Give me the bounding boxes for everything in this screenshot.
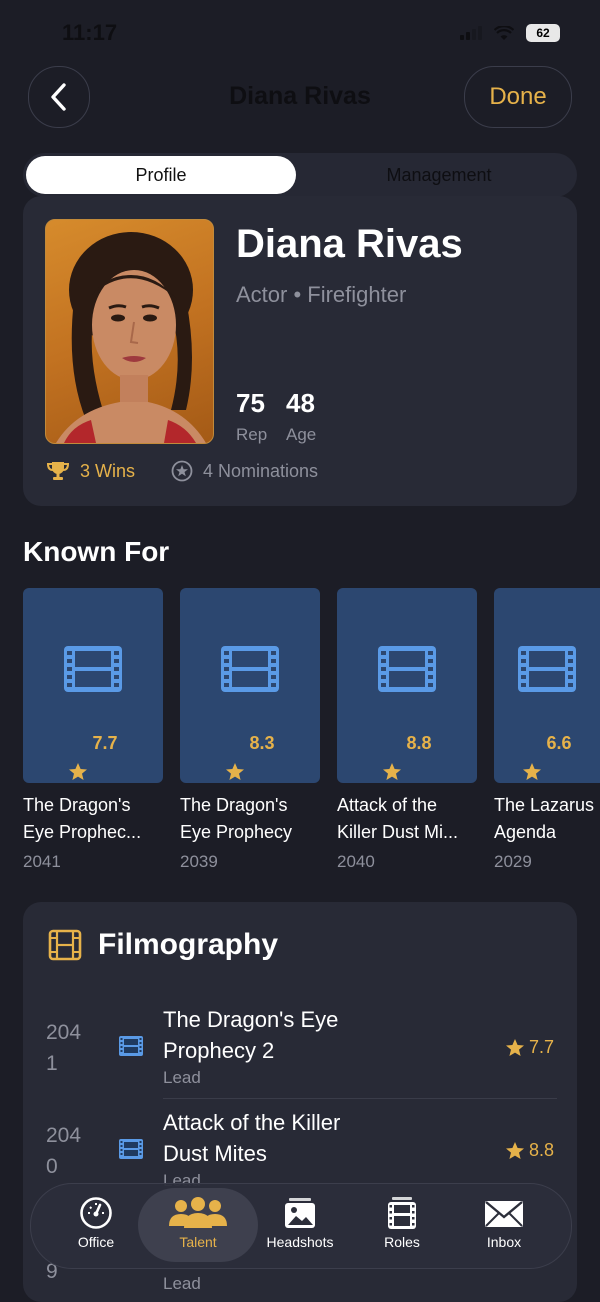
trophy-icon — [46, 462, 70, 480]
tab-management[interactable]: Management — [304, 156, 574, 194]
done-button[interactable]: Done — [464, 66, 572, 128]
film-row-role: Lead — [163, 1068, 201, 1087]
known-for-title[interactable]: The Dragon's Eye Prophec... — [23, 792, 163, 846]
star-icon — [69, 763, 88, 780]
film-strip-icon — [221, 646, 279, 692]
tab-talent-label: Talent — [179, 1234, 217, 1250]
talent-roles: Actor • Firefighter — [236, 282, 407, 307]
star-circle-icon — [171, 460, 193, 482]
cellular-signal-icon — [460, 26, 482, 40]
tab-inbox-label: Inbox — [486, 1234, 522, 1250]
known-for-year: 2040 — [337, 852, 375, 871]
star-icon — [523, 763, 542, 780]
wifi-icon — [494, 25, 514, 40]
film-row-year: 204 1 — [46, 1021, 82, 1075]
nominations-badge: 4 Nominations — [171, 460, 318, 482]
wins-label: 3 Wins — [80, 460, 136, 481]
known-for-tile[interactable]: 6.6 — [494, 588, 600, 783]
tab-office-label: Office — [77, 1234, 115, 1250]
known-for-title[interactable]: The Dragon's Eye Prophecy — [180, 792, 320, 846]
filmography-title: Filmography — [98, 928, 279, 961]
star-icon — [505, 1038, 524, 1056]
film-strip-icon — [64, 646, 122, 692]
talent-name: Diana Rivas — [236, 222, 463, 266]
film-row-title[interactable]: Attack of the Killer Dust Mites — [163, 1107, 340, 1169]
film-strip-icon — [518, 646, 576, 692]
profile-photo[interactable] — [45, 219, 214, 444]
star-icon — [505, 1141, 524, 1159]
segmented-control: Profile Management — [23, 153, 577, 197]
known-for-title[interactable]: The Lazarus Agenda — [494, 792, 600, 846]
film-row-role-partial: Lead — [163, 1274, 201, 1293]
star-icon — [383, 763, 402, 780]
tab-inbox[interactable]: Inbox — [454, 1196, 554, 1250]
tab-roles[interactable]: Roles — [352, 1196, 452, 1250]
star-icon — [226, 763, 245, 780]
film-icon — [119, 1036, 143, 1056]
rep-value: 75 — [236, 388, 265, 418]
photo-icon — [285, 1198, 315, 1228]
age-value: 48 — [286, 388, 315, 418]
rep-stat: 75 Rep — [236, 388, 267, 445]
known-for-title[interactable]: Attack of the Killer Dust Mi... — [337, 792, 477, 846]
known-for-tile[interactable]: 7.7 — [23, 588, 163, 783]
filmography-heading: Filmography — [48, 928, 278, 962]
tile-rating: 6.6 — [522, 704, 572, 782]
film-icon — [119, 1139, 143, 1159]
film-row-rating: 7.7 — [505, 1037, 554, 1058]
rep-label: Rep — [236, 425, 268, 444]
tab-talent[interactable]: Talent — [148, 1196, 248, 1250]
envelope-icon — [485, 1201, 523, 1227]
tile-rating: 8.8 — [382, 704, 432, 782]
tab-roles-label: Roles — [384, 1234, 420, 1250]
tab-headshots-label: Headshots — [266, 1234, 334, 1250]
tab-profile[interactable]: Profile — [26, 156, 296, 194]
known-for-year: 2029 — [494, 852, 532, 871]
nominations-label: 4 Nominations — [203, 460, 319, 481]
tile-rating: 7.7 — [68, 704, 118, 782]
known-for-tile[interactable]: 8.3 — [180, 588, 320, 783]
age-stat: 48 Age — [286, 388, 316, 445]
tile-rating: 8.3 — [225, 704, 275, 782]
known-for-year: 2039 — [180, 852, 218, 871]
film-row-year: 204 0 — [46, 1124, 82, 1178]
known-for-heading: Known For — [23, 536, 170, 567]
film-icon — [388, 1197, 416, 1229]
tab-office[interactable]: Office — [46, 1196, 146, 1250]
known-for-tile[interactable]: 8.8 — [337, 588, 477, 783]
gauge-icon — [80, 1197, 112, 1229]
tab-headshots[interactable]: Headshots — [250, 1196, 350, 1250]
people-icon — [169, 1197, 227, 1228]
status-time: 11:17 — [62, 20, 118, 45]
film-strip-icon — [378, 646, 436, 692]
film-row-title[interactable]: The Dragon's Eye Prophecy 2 — [163, 1004, 338, 1066]
portrait-illustration — [56, 232, 206, 443]
row-divider — [163, 1098, 557, 1099]
film-row-rating: 8.8 — [505, 1140, 554, 1161]
age-label: Age — [286, 425, 317, 444]
film-frame-icon — [48, 929, 82, 961]
battery-indicator: 62 — [526, 24, 560, 42]
known-for-year: 2041 — [23, 852, 61, 871]
status-indicators: 62 — [460, 24, 560, 42]
wins-badge: 3 Wins — [46, 460, 135, 482]
